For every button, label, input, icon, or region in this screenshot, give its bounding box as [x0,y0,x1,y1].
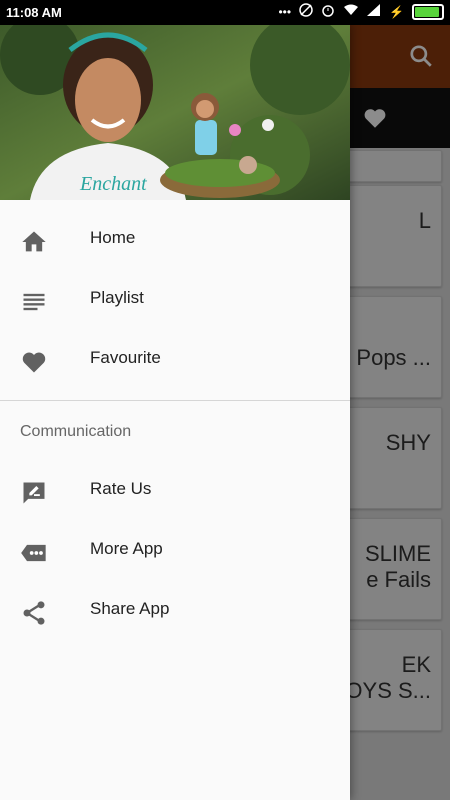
battery-icon [412,3,444,20]
status-time: 11:08 AM [6,5,62,20]
drawer-divider [0,400,350,401]
drawer-item-home[interactable]: Home [0,210,350,270]
drawer-item-playlist[interactable]: Playlist [0,270,350,330]
status-icons: ••• ⚡ [278,3,444,20]
drawer-item-more-app[interactable]: More App [0,521,350,581]
drawer-item-label: Favourite [90,348,161,367]
heart-icon [22,352,46,373]
drawer-item-favourite[interactable]: Favourite [0,330,350,390]
drawer-item-rate-us[interactable]: Rate Us [0,461,350,521]
drawer-item-label: Playlist [90,288,144,307]
drawer-item-share-app[interactable]: Share App [0,581,350,641]
more-icon [21,544,46,562]
playlist-icon [23,293,45,311]
svg-text:Enchant: Enchant [79,173,147,195]
charging-icon: ⚡ [389,4,404,19]
status-bar: 11:08 AM ••• ⚡ [0,0,450,25]
alarm-icon [321,3,335,20]
do-not-disturb-icon [299,3,313,20]
drawer-item-label: More App [90,539,163,558]
wifi-icon [343,4,359,19]
drawer-item-label: Share App [90,599,170,618]
home-icon [22,231,46,252]
drawer-item-label: Rate Us [90,479,152,498]
more-notifications-icon: ••• [278,4,292,19]
section-title: Communication [20,423,132,440]
navigation-drawer: Enchant Home Playlist Favourite Communic… [0,25,350,800]
rate-icon [23,482,45,504]
drawer-item-label: Home [90,228,136,247]
share-icon [23,601,45,625]
signal-icon [367,4,381,19]
drawer-header-image: Enchant [0,25,350,200]
